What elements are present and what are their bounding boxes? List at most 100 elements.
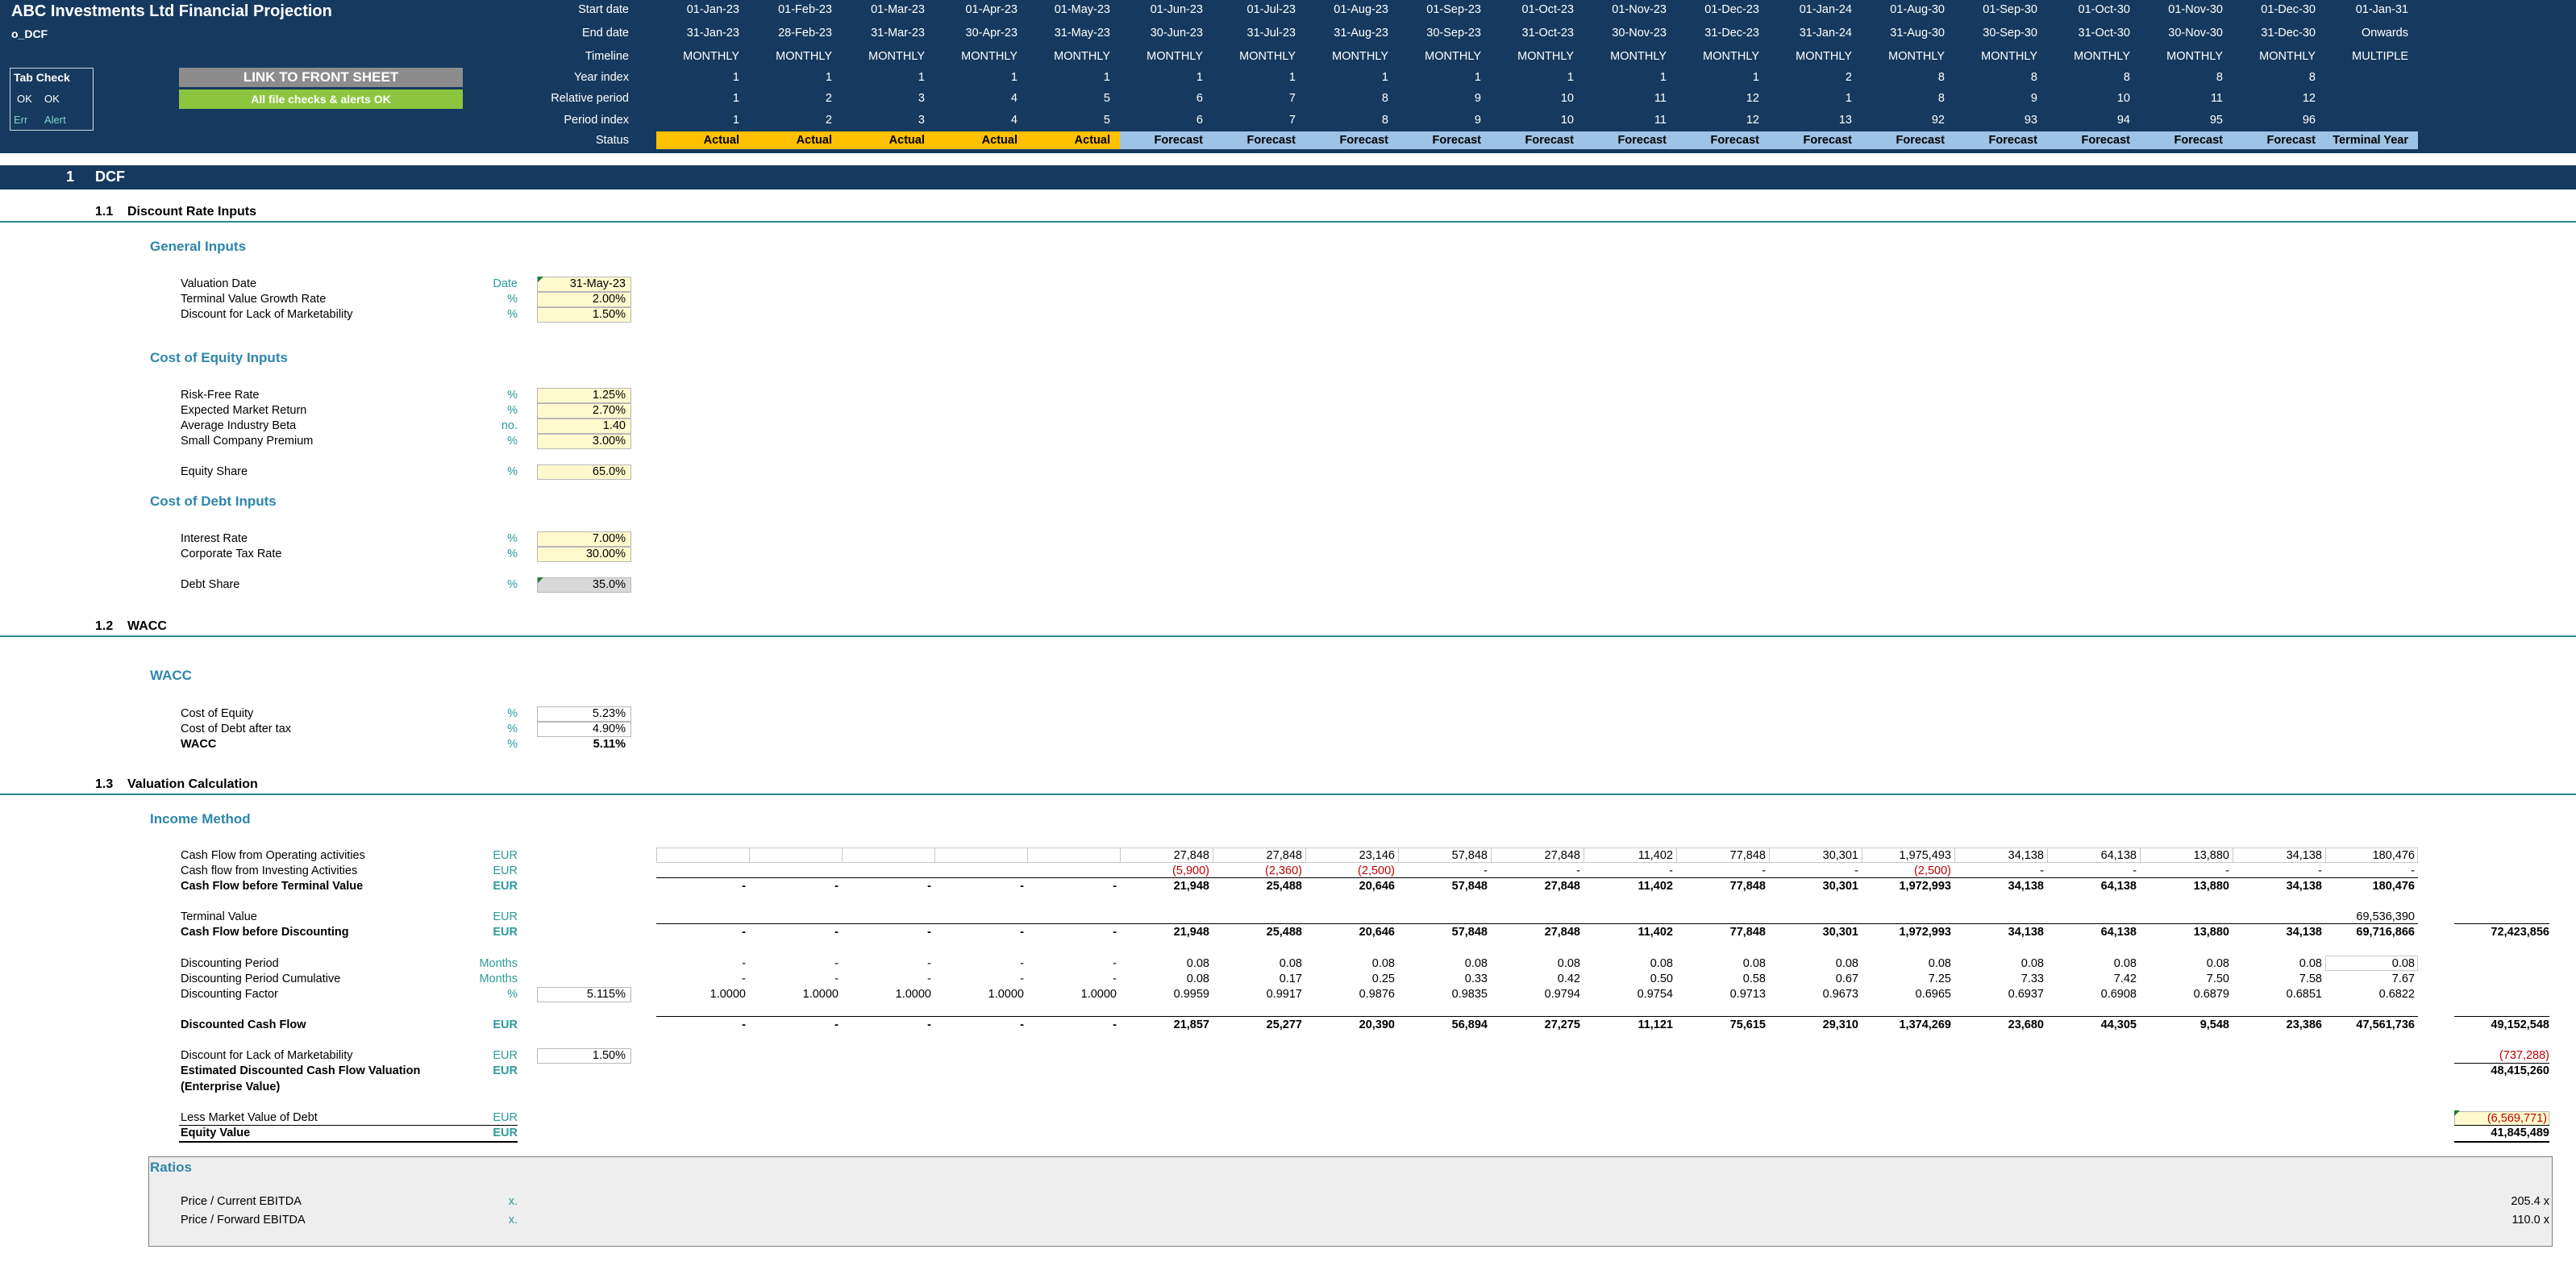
section-dcf-band xyxy=(0,165,2576,190)
header-cell-end: 31-Dec-23 xyxy=(1704,27,1759,40)
income-row-label: Cash Flow from Operating activities xyxy=(181,849,365,862)
status-cell: Forecast xyxy=(1769,131,1862,149)
income-cell: 0.9835 xyxy=(1451,988,1488,1001)
income-cell: - xyxy=(927,880,931,893)
income-row-label: Discount for Lack of Marketability xyxy=(181,1049,353,1062)
row-unit: % xyxy=(507,738,518,751)
income-cell: 27,275 xyxy=(1544,1018,1580,1031)
total-rule xyxy=(2454,923,2549,924)
income-cell: 7.50 xyxy=(2206,973,2229,985)
header-cell-start: 01-Jan-31 xyxy=(2355,3,2408,16)
general-input-value[interactable]: 1.50% xyxy=(537,307,631,323)
terminal-box xyxy=(2325,956,2418,971)
income-cell: - xyxy=(834,880,839,893)
income-cell: 0.25 xyxy=(1371,973,1395,985)
header-row-label: End date xyxy=(581,27,629,40)
income-cell: - xyxy=(1113,957,1117,970)
row-label: Cost of Equity xyxy=(181,707,254,720)
header-cell-pi: 93 xyxy=(2024,114,2037,127)
income-cell: 0.08 xyxy=(1279,957,1302,970)
income-cell: - xyxy=(2225,864,2229,877)
income-cell: - xyxy=(1762,864,1766,877)
status-cell: Terminal Year xyxy=(2325,131,2418,149)
status-cell: Forecast xyxy=(1583,131,1676,149)
total-rule xyxy=(656,923,2418,924)
income-row-unit: EUR xyxy=(493,910,518,923)
equity-rule xyxy=(179,1141,518,1143)
header-cell-tl: MONTHLY xyxy=(683,50,739,63)
subsection-number: 1.2 xyxy=(95,619,114,633)
income-cell: 34,138 xyxy=(2008,849,2044,862)
header-cell-rp: 9 xyxy=(1474,92,1481,105)
income-cell: 1,972,993 xyxy=(1899,880,1951,893)
coe-input-value[interactable]: 2.70% xyxy=(537,403,631,419)
income-cell: - xyxy=(834,1018,839,1031)
coe-input-value[interactable]: 1.25% xyxy=(537,388,631,403)
debt-share-value[interactable]: 35.0% xyxy=(537,577,631,593)
row-label: Valuation Date xyxy=(181,277,257,290)
general-inputs-heading: General Inputs xyxy=(150,239,247,254)
header-cell-tl: MONTHLY xyxy=(1888,50,1945,63)
header-cell-rp: 12 xyxy=(1746,92,1759,105)
income-cell: - xyxy=(1113,926,1117,939)
status-cell: Actual xyxy=(749,131,842,149)
header-cell-tl: MONTHLY xyxy=(2166,50,2223,63)
header-cell-end: Onwards xyxy=(2361,27,2408,40)
header-cell-rp: 11 xyxy=(1654,92,1667,105)
status-cell: Forecast xyxy=(1305,131,1398,149)
status-cell: Forecast xyxy=(2140,131,2233,149)
general-input-value[interactable]: 2.00% xyxy=(537,292,631,307)
income-cell: 27,848 xyxy=(1173,849,1209,862)
header-cell-tl: MONTHLY xyxy=(776,50,832,63)
income-cell: 0.50 xyxy=(1650,973,1673,985)
cod-input-value[interactable]: 7.00% xyxy=(537,531,631,547)
income-row-unit: EUR xyxy=(493,1049,518,1062)
header-cell-pi: 3 xyxy=(918,114,925,127)
income-cell: 11,402 xyxy=(1638,926,1673,939)
header-cell-yi: 1 xyxy=(918,71,925,84)
income-cell: 0.9876 xyxy=(1359,988,1395,1001)
wacc-cost-of-debt-value: 4.90% xyxy=(537,722,631,737)
income-cell: 0.08 xyxy=(1464,957,1488,970)
income-method-heading: Income Method xyxy=(150,811,251,827)
header-cell-end: 31-May-23 xyxy=(1054,27,1110,40)
income-row-unit: Months xyxy=(479,973,518,985)
total-rule xyxy=(2454,1063,2549,1064)
income-cell: 0.33 xyxy=(1464,973,1488,985)
input-flag-icon xyxy=(2454,1110,2460,1116)
income-row-label: Cash flow from Investing Activities xyxy=(181,864,358,877)
header-cell-tl: MONTHLY xyxy=(1147,50,1203,63)
income-cell: 0.6879 xyxy=(2193,988,2229,1001)
header-cell-pi: 8 xyxy=(1381,114,1388,127)
income-row-label: Less Market Value of Debt xyxy=(181,1111,318,1124)
header-cell-rp: 1 xyxy=(732,92,739,105)
row-label: Small Company Premium xyxy=(181,435,314,448)
income-cell: - xyxy=(742,926,746,939)
income-cell: 11,402 xyxy=(1638,880,1673,893)
status-cell: Actual xyxy=(842,131,934,149)
row-label: Cost of Debt after tax xyxy=(181,723,292,735)
cod-input-value[interactable]: 30.00% xyxy=(537,547,631,562)
income-cell: 1,972,993 xyxy=(1899,926,1951,939)
discount-factor-input: 5.115% xyxy=(537,987,631,1002)
income-cell: 23,386 xyxy=(2286,1018,2322,1031)
coe-input-value[interactable]: 3.00% xyxy=(537,434,631,449)
grid-divider xyxy=(749,848,750,863)
income-cell: 69,536,390 xyxy=(2356,910,2415,923)
income-cell: - xyxy=(2133,864,2137,877)
coe-input-value[interactable]: 1.40 xyxy=(537,419,631,434)
total-rule xyxy=(656,877,2418,878)
header-cell-tl: MONTHLY xyxy=(1332,50,1388,63)
equity-share-value[interactable]: 65.0% xyxy=(537,464,631,480)
link-to-front-sheet-button[interactable]: LINK TO FRONT SHEET xyxy=(179,68,463,87)
income-cell: 27,848 xyxy=(1266,849,1302,862)
header-cell-start: 01-Oct-23 xyxy=(1521,3,1574,16)
row-unit: % xyxy=(507,548,518,560)
row-unit: % xyxy=(507,532,518,545)
header-cell-yi: 1 xyxy=(1288,71,1296,84)
general-input-value[interactable]: 31-May-23 xyxy=(537,277,631,292)
header-cell-end: 31-Oct-30 xyxy=(2078,27,2130,40)
status-cell: Forecast xyxy=(1398,131,1491,149)
row-unit: % xyxy=(507,293,518,306)
income-cell: 0.6937 xyxy=(2008,988,2044,1001)
